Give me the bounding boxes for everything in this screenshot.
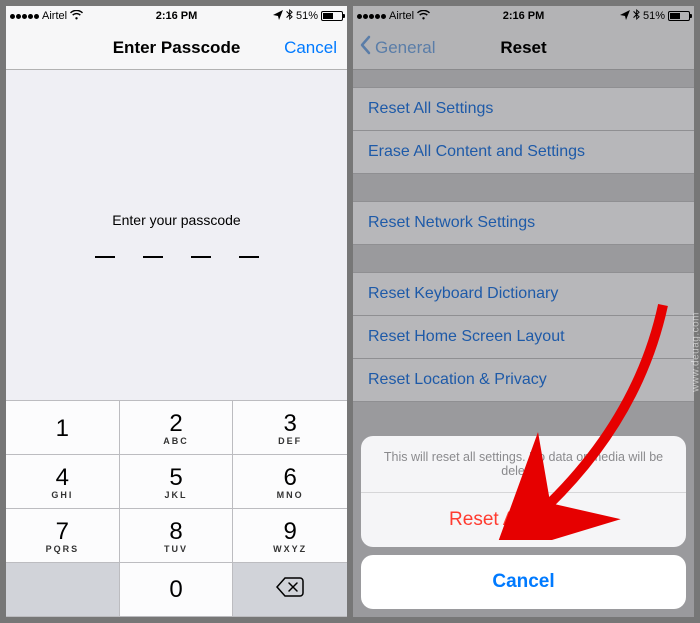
battery-icon — [321, 11, 343, 21]
bluetooth-icon — [633, 9, 640, 23]
sheet-cancel-button[interactable]: Cancel — [361, 555, 686, 609]
battery-icon — [668, 11, 690, 21]
key-3[interactable]: 3DEF — [233, 401, 347, 455]
backspace-icon — [276, 577, 304, 603]
passcode-digit[interactable] — [191, 256, 211, 258]
reset-list: Reset All Settings Erase All Content and… — [353, 70, 694, 617]
battery-pct: 51% — [643, 10, 665, 22]
key-8[interactable]: 8TUV — [120, 509, 234, 563]
location-icon — [620, 10, 630, 23]
passcode-digit[interactable] — [143, 256, 163, 258]
battery-pct: 51% — [296, 10, 318, 22]
key-7[interactable]: 7PQRS — [6, 509, 120, 563]
nav-bar: Enter Passcode Cancel — [6, 26, 347, 70]
nav-title: Reset — [353, 38, 694, 58]
nav-bar: General Reset — [353, 26, 694, 70]
carrier-label: Airtel — [389, 10, 414, 22]
key-5[interactable]: 5JKL — [120, 455, 234, 509]
wifi-icon — [417, 10, 430, 23]
signal-dots-icon — [357, 14, 386, 19]
backspace-key[interactable] — [233, 563, 347, 617]
nav-title: Enter Passcode — [6, 38, 347, 58]
bluetooth-icon — [286, 9, 293, 23]
passcode-digit[interactable] — [239, 256, 259, 258]
sheet-reset-all-button[interactable]: Reset All Settings — [361, 493, 686, 547]
passcode-digit[interactable] — [95, 256, 115, 258]
key-4[interactable]: 4GHI — [6, 455, 120, 509]
signal-dots-icon — [10, 14, 39, 19]
key-6[interactable]: 6MNO — [233, 455, 347, 509]
action-sheet: This will reset all settings. No data or… — [361, 436, 686, 609]
numeric-keypad: 1 2ABC 3DEF 4GHI 5JKL 6MNO 7PQRS 8TUV 9W… — [6, 400, 347, 617]
key-9[interactable]: 9WXYZ — [233, 509, 347, 563]
passcode-prompt: Enter your passcode — [112, 212, 240, 228]
key-1[interactable]: 1 — [6, 401, 120, 455]
passcode-fields — [95, 256, 259, 258]
key-0[interactable]: 0 — [120, 563, 234, 617]
key-2[interactable]: 2ABC — [120, 401, 234, 455]
phone-left-passcode: Airtel 2:16 PM 51% Enter Passcode Cancel — [6, 6, 347, 617]
key-blank — [6, 563, 120, 617]
sheet-message: This will reset all settings. No data or… — [361, 436, 686, 493]
location-icon — [273, 10, 283, 23]
watermark: www.deuag.com — [691, 312, 700, 392]
status-bar: Airtel 2:16 PM 51% — [6, 6, 347, 26]
phone-right-reset: Airtel 2:16 PM 51% — [353, 6, 694, 617]
wifi-icon — [70, 10, 83, 23]
carrier-label: Airtel — [42, 10, 67, 22]
status-bar: Airtel 2:16 PM 51% — [353, 6, 694, 26]
passcode-area: Enter your passcode — [6, 70, 347, 400]
